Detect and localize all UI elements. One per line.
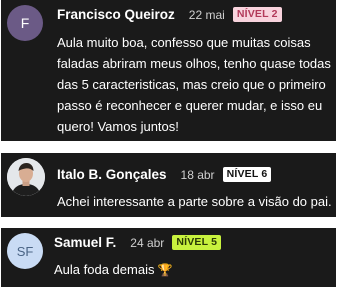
avatar-initials: F [20,15,30,31]
user-photo-icon [7,158,45,196]
avatar[interactable]: F [7,5,43,41]
trophy-icon: 🏆 [157,263,173,277]
level-badge: NÍVEL 5 [172,235,222,250]
comment-date: 22 mai [188,7,225,22]
author-name[interactable]: Samuel F. [54,235,116,250]
comment-text: Aula foda demais [54,262,155,277]
comment-header: Italo B. Gonçales 18 abr NÍVEL 6 [57,167,272,182]
comment-text: Aula muito boa, confesso que muitas cois… [57,35,331,134]
author-name[interactable]: Francisco Queiroz [57,7,175,22]
comment-text: Achei interessante a parte sobre a visão… [57,194,332,209]
comment-header: Samuel F. 24 abr NÍVEL 5 [54,235,222,250]
comment-card: SF Samuel F. 24 abr NÍVEL 5 Aula foda de… [1,228,336,287]
comment-card: Italo B. Gonçales 18 abr NÍVEL 6 Achei i… [1,153,336,217]
level-badge: NÍVEL 6 [222,167,272,182]
comment-body: Aula foda demais 🏆 [54,259,330,281]
author-name[interactable]: Italo B. Gonçales [57,167,167,182]
comment-date: 18 abr [180,167,215,182]
avatar[interactable] [7,158,45,196]
level-badge: NÍVEL 2 [232,7,282,22]
comment-header: Francisco Queiroz 22 mai NÍVEL 2 [57,7,282,22]
comment-date: 24 abr [130,235,165,250]
comment-card: F Francisco Queiroz 22 mai NÍVEL 2 Aula … [1,0,336,141]
avatar-initials: SF [16,243,34,259]
avatar[interactable]: SF [7,233,43,269]
